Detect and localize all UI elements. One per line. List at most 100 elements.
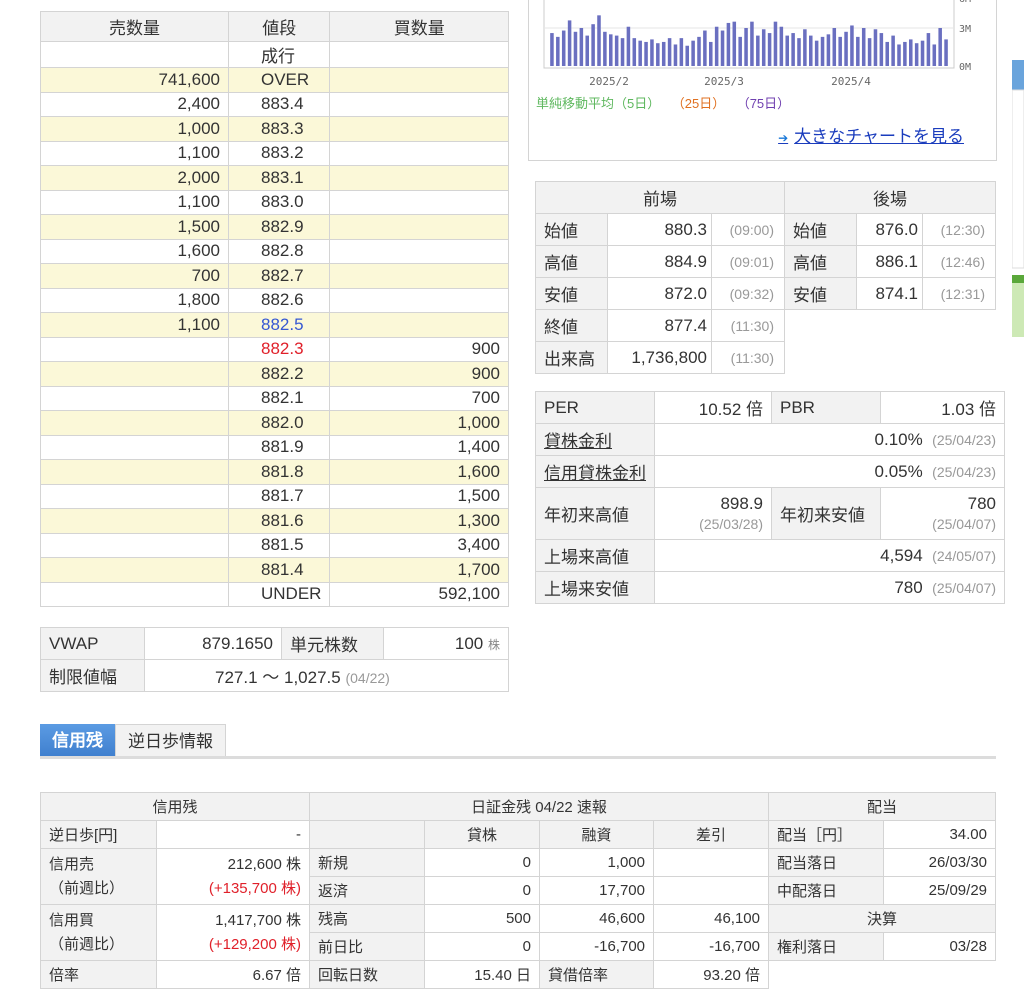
sell-qty-cell (40, 410, 229, 436)
jsf-header: 日証金残 04/22 速報 (309, 792, 769, 821)
order-book-row: 1,500 882.9 (40, 214, 509, 240)
lend-fee-link[interactable]: 貸株金利 (544, 432, 612, 451)
sell-qty-cell: 700 (40, 263, 229, 289)
tab-margin[interactable]: 信用残 (40, 724, 115, 757)
afternoon-session-header: 後場 (784, 181, 996, 214)
volume-bar (650, 39, 654, 66)
volume-bar (744, 28, 748, 66)
morning-session-header: 前場 (535, 181, 785, 214)
sell-qty-cell (40, 557, 229, 583)
afternoon-label: 高値 (784, 245, 857, 278)
buy-qty-cell: 1,000 (329, 410, 509, 436)
volume-bar (685, 45, 689, 66)
volume-bar (738, 36, 742, 66)
volume-bar (873, 29, 878, 66)
volume-bar (909, 39, 913, 66)
volume-bar (750, 21, 754, 67)
volume-bar (779, 26, 784, 66)
div-yen-value: 34.00 (883, 820, 996, 849)
settlement-header: 決算 (768, 904, 996, 933)
buy-qty-cell: 900 (329, 361, 509, 387)
volume-bar (814, 40, 819, 66)
buy-qty-cell (329, 238, 509, 264)
vwap-label: VWAP (40, 627, 145, 660)
price-cell: OVER (227, 67, 331, 93)
order-book-row: 882.2 900 (40, 361, 509, 387)
buy-qty-cell (329, 287, 509, 313)
volume-bar (803, 29, 807, 66)
volume-bar (626, 26, 631, 66)
prev-day-lend: 0 (424, 932, 540, 961)
sell-qty-cell (40, 532, 229, 558)
tab-reverse-fee[interactable]: 逆日歩情報 (115, 724, 226, 757)
volume-bar (838, 36, 842, 66)
volume-bar (714, 26, 719, 66)
new-lend: 0 (424, 848, 540, 877)
pbr-value: 1.03 倍 (880, 391, 1005, 424)
price-cell: 882.6 (227, 287, 331, 313)
y-tick-label: 6M (959, 0, 971, 5)
big-chart-link[interactable]: ➔ 大きなチャートを見る (778, 122, 964, 147)
sell-qty-cell (40, 385, 229, 411)
buy-qty-cell (329, 189, 509, 215)
right-date-label: 権利落日 (768, 932, 884, 961)
y-tick-label: 3M (959, 24, 971, 35)
price-cell: 成行 (227, 41, 331, 68)
unit-shares-label: 単元株数 (281, 627, 384, 660)
margin-fee-link[interactable]: 信用貸株金利 (544, 464, 646, 483)
x-tick-label: 2025/3 (704, 75, 744, 88)
blank-cell (309, 820, 425, 849)
buy-qty-cell: 1,600 (329, 459, 509, 485)
volume-bar (756, 35, 760, 66)
sell-qty-cell: 1,600 (40, 238, 229, 264)
right-date-value: 03/28 (883, 932, 996, 961)
price-cell: 883.3 (227, 116, 331, 142)
balance-diff: 46,100 (653, 904, 769, 933)
empty-cell (884, 961, 996, 989)
price-cell: 881.6 (227, 508, 331, 534)
big-chart-link-text[interactable]: 大きなチャートを見る (794, 127, 964, 146)
price-cell: 883.2 (227, 140, 331, 166)
sell-qty-cell: 2,400 (40, 91, 229, 117)
price-cell: 882.2 (227, 361, 331, 387)
morning-time: (11:30) (711, 309, 785, 342)
unit-shares-value: 100 株 (383, 627, 509, 660)
volume-bar (885, 41, 889, 66)
margin-fee-value: 0.05% (25/04/23) (654, 455, 1005, 488)
order-book-row: 1,000 883.3 (40, 116, 509, 142)
indicator-table: PER 10.52 倍 PBR 1.03 倍 貸株金利 0.10% (25/04… (535, 391, 1005, 604)
volume-bar (614, 35, 619, 66)
repay-diff (653, 876, 769, 905)
sell-qty-header: 売数量 (40, 11, 229, 42)
prev-day-diff: -16,700 (653, 932, 769, 961)
volume-bar (773, 21, 778, 67)
afternoon-value: 876.0 (856, 213, 923, 246)
volume-bar (926, 33, 931, 66)
balance-loan: 46,600 (539, 904, 654, 933)
sell-qty-cell: 1,100 (40, 189, 229, 215)
list-high-label: 上場来高値 (535, 539, 655, 572)
balance-label: 残高 (309, 904, 425, 933)
price-cell: UNDER (227, 581, 331, 607)
margin-fee-label[interactable]: 信用貸株金利 (535, 455, 655, 488)
lend-fee-label[interactable]: 貸株金利 (535, 423, 655, 456)
ma5-legend: 単純移動平均（5日） (536, 96, 661, 111)
buy-qty-cell (329, 165, 509, 191)
afternoon-value: 874.1 (856, 277, 923, 310)
morning-value: 877.4 (607, 309, 712, 342)
volume-bar (585, 35, 589, 66)
moving-average-legend: 単純移動平均（5日） （25日） （75日） (536, 93, 808, 112)
turnover-value: 15.40 日 (424, 960, 540, 989)
price-cell: 882.8 (227, 238, 331, 264)
new-loan: 1,000 (539, 848, 654, 877)
volume-bar (820, 36, 825, 66)
price-cell: 883.0 (227, 189, 331, 215)
order-book-row: 成行 (40, 41, 509, 68)
balance-lend: 500 (424, 904, 540, 933)
div-yen-label: 配当［円］ (768, 820, 884, 849)
loan-ratio-value: 93.20 倍 (653, 960, 769, 989)
margin-sell-value: 212,600 株 (+135,700 株) (156, 848, 310, 905)
sell-qty-cell (40, 483, 229, 509)
buy-qty-cell: 1,400 (329, 434, 509, 460)
new-label: 新規 (309, 848, 425, 877)
